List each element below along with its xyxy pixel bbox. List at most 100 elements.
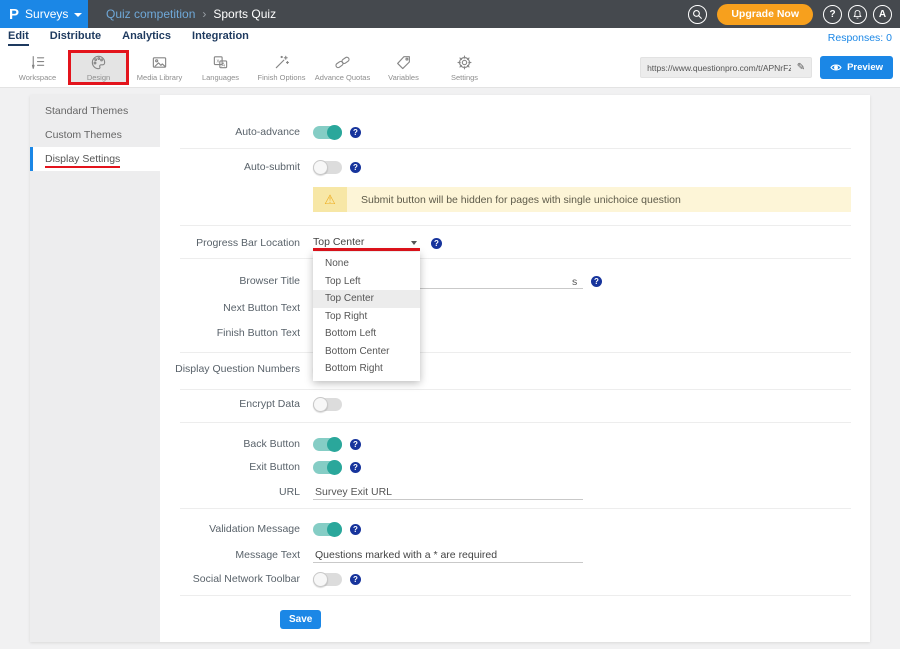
bell-icon xyxy=(852,9,863,20)
sidebar-item-custom-themes[interactable]: Custom Themes xyxy=(30,123,160,147)
social-network-toolbar-row: Social Network Toolbar ? xyxy=(160,570,870,588)
progress-bar-location-menu: None Top Left Top Center Top Right Botto… xyxy=(313,252,420,381)
warning-text: Submit button will be hidden for pages w… xyxy=(347,187,851,212)
question-mark-icon: ? xyxy=(829,9,835,20)
tab-analytics[interactable]: Analytics xyxy=(122,30,171,46)
toolbar-settings[interactable]: Settings xyxy=(434,50,495,85)
warning-triangle-icon: ⚠ xyxy=(324,192,336,208)
back-button-toggle[interactable] xyxy=(313,438,342,451)
save-button[interactable]: Save xyxy=(280,610,321,629)
validation-message-toggle[interactable] xyxy=(313,523,342,536)
menu-option-top-center[interactable]: Top Center xyxy=(313,290,420,308)
gear-icon xyxy=(456,54,473,71)
browser-title-help-icon[interactable]: ? xyxy=(591,276,602,287)
image-icon xyxy=(151,54,168,71)
svg-text:x: x xyxy=(217,58,220,64)
menu-option-bottom-center[interactable]: Bottom Center xyxy=(313,343,420,361)
toolbar-media-library[interactable]: Media Library xyxy=(129,50,190,85)
browser-title-value-fragment: s xyxy=(572,276,577,288)
help-button[interactable]: ? xyxy=(823,5,842,24)
toolbar-label: Settings xyxy=(451,73,478,82)
tab-integration[interactable]: Integration xyxy=(192,30,249,46)
toolbar-label: Languages xyxy=(202,73,239,82)
auto-submit-warning: ⚠ Submit button will be hidden for pages… xyxy=(313,187,851,212)
upgrade-now-button[interactable]: Upgrade Now xyxy=(717,4,813,25)
toolbar-design[interactable]: Design xyxy=(68,50,129,85)
auto-submit-label: Auto-submit xyxy=(160,161,313,173)
progress-bar-help-icon[interactable]: ? xyxy=(431,238,442,249)
sidebar-item-label: Custom Themes xyxy=(45,129,122,141)
sidebar-item-standard-themes[interactable]: Standard Themes xyxy=(30,99,160,123)
auto-submit-row: Auto-submit ? xyxy=(160,158,870,176)
sidebar-item-display-settings[interactable]: Display Settings xyxy=(30,147,160,171)
progress-bar-location-select[interactable]: Top Center xyxy=(313,235,420,251)
next-button-text-label: Next Button Text xyxy=(160,302,313,314)
toolbar-label: Variables xyxy=(388,73,419,82)
menu-option-top-right[interactable]: Top Right xyxy=(313,308,420,326)
surveys-menu[interactable]: P Surveys xyxy=(0,0,88,28)
tab-edit[interactable]: Edit xyxy=(8,30,29,46)
design-content: Standard Themes Custom Themes Display Se… xyxy=(0,88,900,649)
social-network-toolbar-toggle[interactable] xyxy=(313,573,342,586)
validation-message-help-icon[interactable]: ? xyxy=(350,524,361,535)
tab-distribute[interactable]: Distribute xyxy=(50,30,101,46)
toolbar-label: Advance Quotas xyxy=(315,73,370,82)
tag-icon xyxy=(395,54,412,71)
toolbar-workspace[interactable]: Workspace xyxy=(7,50,68,85)
survey-url-input[interactable] xyxy=(641,63,795,73)
magic-wand-icon xyxy=(273,54,290,71)
encrypt-data-toggle[interactable] xyxy=(313,398,342,411)
svg-text:A: A xyxy=(221,62,225,68)
edit-url-pencil-icon[interactable]: ✎ xyxy=(795,62,811,73)
auto-submit-toggle[interactable] xyxy=(313,161,342,174)
finish-button-text-label: Finish Button Text xyxy=(160,327,313,339)
encrypt-data-label: Encrypt Data xyxy=(160,398,313,410)
product-name: Surveys xyxy=(25,7,68,21)
exit-button-help-icon[interactable]: ? xyxy=(350,462,361,473)
notifications-button[interactable] xyxy=(848,5,867,24)
progress-bar-location-label: Progress Bar Location xyxy=(160,237,313,249)
toolbar-label: Design xyxy=(87,73,110,82)
preview-button[interactable]: Preview xyxy=(820,56,893,79)
toolbar-advance-quotas[interactable]: Advance Quotas xyxy=(312,50,373,85)
design-sidebar: Standard Themes Custom Themes Display Se… xyxy=(30,95,160,642)
auto-advance-label: Auto-advance xyxy=(160,126,313,138)
toolbar-finish-options[interactable]: Finish Options xyxy=(251,50,312,85)
exit-button-toggle[interactable] xyxy=(313,461,342,474)
message-text-input[interactable] xyxy=(313,548,583,563)
account-avatar[interactable]: A xyxy=(873,5,892,24)
message-text-row: Message Text xyxy=(160,546,870,564)
social-network-toolbar-help-icon[interactable]: ? xyxy=(350,574,361,585)
breadcrumb-folder[interactable]: Quiz competition xyxy=(106,7,195,21)
exit-url-input[interactable] xyxy=(313,485,583,500)
menu-option-bottom-right[interactable]: Bottom Right xyxy=(313,360,420,378)
toolbar-label: Finish Options xyxy=(258,73,306,82)
display-settings-form: Auto-advance ? Auto-submit ? ⚠ Submit bu… xyxy=(160,95,870,642)
exit-url-label: URL xyxy=(160,486,313,498)
validation-message-label: Validation Message xyxy=(160,523,313,535)
browser-title-row: Browser Title s ? xyxy=(160,272,870,290)
toolbar-languages[interactable]: xA Languages xyxy=(190,50,251,85)
auto-advance-help-icon[interactable]: ? xyxy=(350,127,361,138)
search-button[interactable] xyxy=(688,5,707,24)
menu-option-bottom-left[interactable]: Bottom Left xyxy=(313,325,420,343)
breadcrumb-survey-title: Sports Quiz xyxy=(213,7,276,21)
progress-bar-location-row: Progress Bar Location Top Center ? xyxy=(160,234,870,252)
social-network-toolbar-label: Social Network Toolbar xyxy=(160,573,313,585)
encrypt-data-row: Encrypt Data xyxy=(160,395,870,413)
menu-option-none[interactable]: None xyxy=(313,255,420,273)
preview-label: Preview xyxy=(847,62,883,73)
back-button-help-icon[interactable]: ? xyxy=(350,439,361,450)
auto-submit-help-icon[interactable]: ? xyxy=(350,162,361,173)
responses-count[interactable]: Responses: 0 xyxy=(828,32,900,44)
toolbar-variables[interactable]: Variables xyxy=(373,50,434,85)
toolbar-label: Media Library xyxy=(137,73,182,82)
sidebar-item-label: Display Settings xyxy=(45,153,120,168)
next-button-text-row: Next Button Text xyxy=(160,299,870,317)
back-button-label: Back Button xyxy=(160,438,313,450)
selected-value: Top Center xyxy=(313,235,420,250)
menu-option-top-left[interactable]: Top Left xyxy=(313,273,420,291)
auto-advance-toggle[interactable] xyxy=(313,126,342,139)
browser-title-label: Browser Title xyxy=(160,275,313,287)
exit-url-row: URL xyxy=(160,483,870,501)
